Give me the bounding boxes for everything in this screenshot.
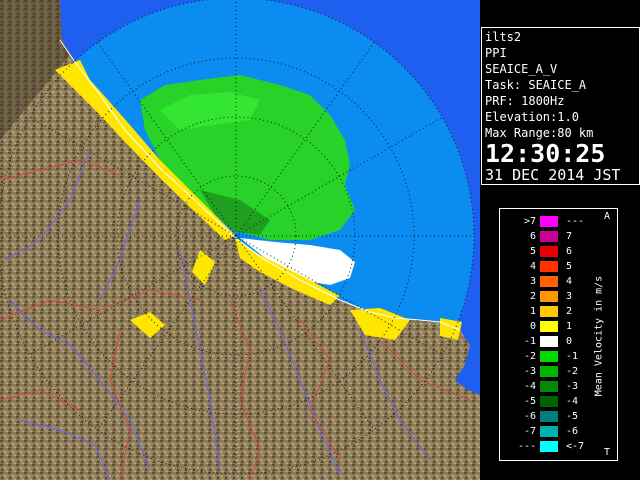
legend-swatch — [540, 306, 558, 317]
legend-swatch — [540, 291, 558, 302]
legend-value-left: 0 — [529, 321, 536, 332]
legend-swatch — [540, 231, 558, 242]
legend-swatch — [540, 441, 558, 452]
legend-corner-top: A — [604, 211, 611, 222]
legend-value-left: >7 — [523, 216, 536, 227]
legend-value-left: -2 — [523, 351, 536, 362]
legend-swatch — [540, 381, 558, 392]
legend-unit-label: Mean Velocity in m/s — [593, 275, 605, 396]
legend-value-left: -1 — [523, 336, 536, 347]
legend-swatch — [540, 321, 558, 332]
legend-corner-bottom: T — [604, 447, 611, 458]
legend-swatch — [540, 396, 558, 407]
legend-value-left: -6 — [523, 411, 536, 422]
legend-value-left: 6 — [529, 231, 536, 242]
legend-value-left: -4 — [523, 381, 536, 392]
scan-date: 31 DEC 2014 JST — [485, 166, 621, 184]
product-type: PPI — [485, 46, 507, 60]
product-info-panel: ilts2 PPI SEAICE_A_V Task: SEAICE_A PRF:… — [481, 27, 640, 185]
legend-value-left: -5 — [523, 396, 536, 407]
scan-time: 12:30:25 — [485, 139, 606, 168]
legend-value-left: 1 — [529, 306, 536, 317]
legend-value-left: 4 — [529, 261, 536, 272]
legend-swatch — [540, 276, 558, 287]
max-range-label: Max Range:80 km — [485, 126, 594, 140]
legend-swatch — [540, 426, 558, 437]
legend-swatch — [540, 261, 558, 272]
task-label: Task: SEAICE_A — [485, 78, 587, 92]
site-name: ilts2 — [485, 30, 522, 44]
product-name: SEAICE_A_V — [485, 62, 558, 76]
legend-swatch — [540, 216, 558, 227]
legend-swatch — [540, 366, 558, 377]
legend-swatch — [540, 411, 558, 422]
legend-value-left: 3 — [529, 276, 536, 287]
velocity-color-legend: >7 --- 6 7 5 6 4 5 3 4 2 3 1 2 0 1 -1 0 -2 -1 -3 -2 -4 -3 -5 -4 -6… — [499, 208, 618, 461]
legend-swatch — [540, 246, 558, 257]
elevation-label: Elevation:1.0 — [485, 110, 579, 124]
legend-value-left: --- — [517, 441, 536, 452]
legend-swatch — [540, 351, 558, 362]
radar-map[interactable] — [0, 0, 480, 480]
legend-value-left: -7 — [523, 426, 536, 437]
legend-value-left: -3 — [523, 366, 536, 377]
legend-swatch — [540, 336, 558, 347]
prf-label: PRF: 1800Hz — [485, 94, 565, 108]
legend-value-left: 2 — [529, 291, 536, 302]
legend-value-left: 5 — [529, 246, 536, 257]
